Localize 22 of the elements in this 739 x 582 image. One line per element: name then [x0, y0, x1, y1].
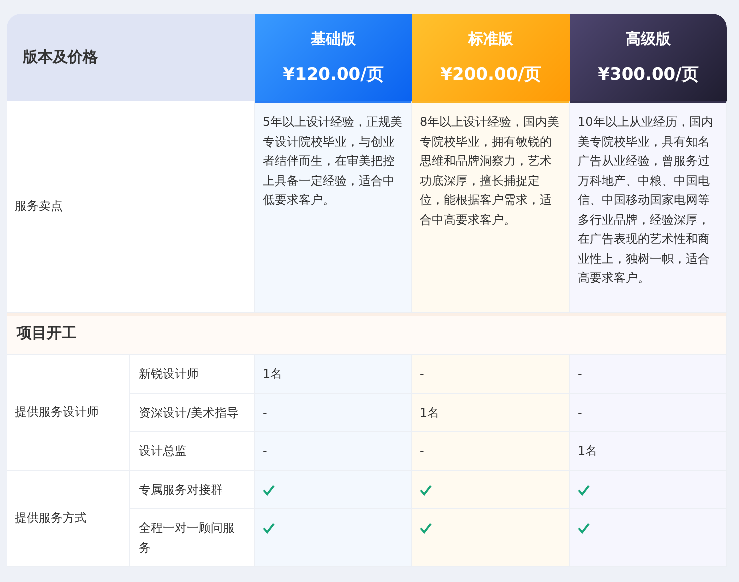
- table-cell: 1名: [255, 355, 412, 394]
- table-cell: -: [255, 432, 412, 470]
- table-cell: -: [255, 394, 412, 432]
- table-cell: 1名: [570, 432, 727, 470]
- plan-price: ¥200.00/页: [440, 66, 542, 85]
- table-cell: -: [412, 432, 570, 470]
- table-cell: -: [570, 355, 727, 394]
- table-cell: 1名: [412, 394, 570, 432]
- plan-price: ¥300.00/页: [598, 66, 699, 85]
- section-title: 项目开工: [7, 313, 727, 355]
- plan-name: 标准版: [468, 30, 514, 50]
- plan-price: ¥120.00/页: [283, 66, 384, 85]
- group-label: 提供服务设计师: [7, 355, 130, 470]
- table-cell: 5年以上设计经验，正规美专设计院校毕业，与创业者结伴而生，在审美把控上具备一定经验，适合中低要求客户。: [255, 101, 412, 313]
- header-label: 版本及价格: [7, 14, 255, 101]
- group-label: 提供服务方式: [7, 470, 130, 567]
- table-cell: -: [412, 355, 570, 394]
- table-cell: -: [570, 394, 727, 432]
- plan-name: 基础版: [311, 30, 356, 50]
- table-cell: 10年以上从业经历，国内美专院校毕业，具有知名广告从业经验，曾服务过万科地产、中粮、中国电信、中国移动国家电网等多行业品牌，经验深厚，在广告表现的艺术性和商业性上，独树一帜，适合高要求客户。: [570, 101, 727, 313]
- plan-name: 高级版: [626, 30, 671, 50]
- table-cell: 8年以上设计经验，国内美专院校毕业，拥有敏锐的思维和品牌洞察力，艺术功底深厚，擅长捕捉定位，能根据客户需求，适合中高要求客户。: [412, 101, 570, 313]
